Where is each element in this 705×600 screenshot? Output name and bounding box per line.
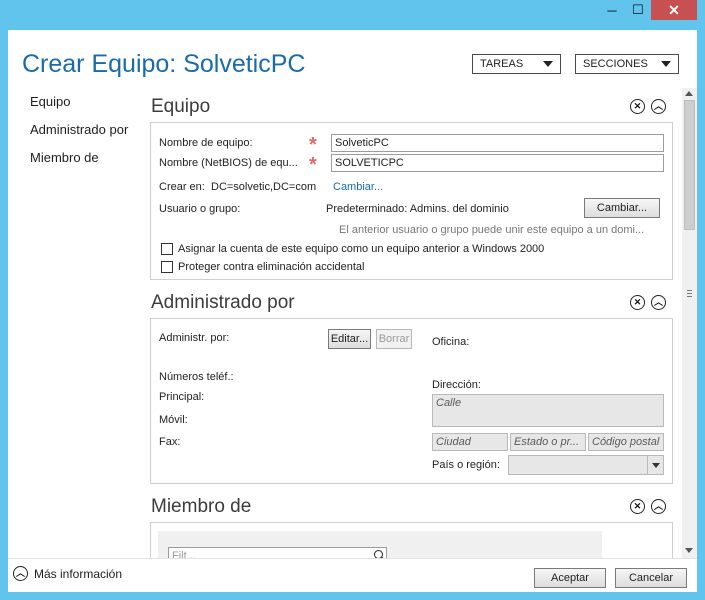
checkbox-pre-2000-label: Asignar la cuenta de este equipo como un… xyxy=(178,243,545,255)
crear-en-label: Crear en: xyxy=(159,181,205,193)
tareas-label: TAREAS xyxy=(480,58,524,70)
crear-en-value: DC=solvetic,DC=com xyxy=(211,181,317,193)
scroll-grip-icon xyxy=(687,293,692,294)
usuario-label: Usuario o grupo: xyxy=(159,203,241,215)
page-title: Crear Equipo: SolveticPC xyxy=(22,50,306,78)
checkbox-pre-2000[interactable] xyxy=(161,243,173,255)
secciones-dropdown[interactable]: SECCIONES xyxy=(575,54,679,74)
more-info-label: Más información xyxy=(34,566,123,581)
admin-label: Administr. por: xyxy=(159,332,230,344)
chevron-down-icon xyxy=(661,61,671,67)
scroll-up-icon[interactable] xyxy=(685,91,693,96)
name-label: Nombre de equipo: xyxy=(159,137,253,149)
checkbox-protect[interactable] xyxy=(161,261,173,273)
direccion-label: Dirección: xyxy=(432,379,481,391)
chevron-down-icon xyxy=(647,456,663,474)
miembro-panel: Filt... xyxy=(150,522,673,558)
equipo-panel: Nombre de equipo: * SolveticPC Nombre (N… xyxy=(150,122,673,280)
scrollbar-thumb[interactable] xyxy=(684,100,695,230)
principal-label: Principal: xyxy=(159,391,205,403)
filter-placeholder: Filt... xyxy=(172,550,196,558)
chevron-up-icon[interactable]: ︿ xyxy=(651,499,666,514)
movil-label: Móvil: xyxy=(159,414,188,426)
dialog-footer: ︿ Más información Aceptar Cancelar xyxy=(8,558,697,592)
nav-item-miembro-de[interactable]: Miembro de xyxy=(30,150,145,178)
nav-item-administrado-por[interactable]: Administrado por xyxy=(30,122,145,150)
netbios-label: Nombre (NetBIOS) de equ... xyxy=(159,157,298,169)
name-input[interactable]: SolveticPC xyxy=(331,134,664,152)
administrado-panel: Administr. por: Editar... Borrar Oficina… xyxy=(150,318,673,484)
required-icon: * xyxy=(309,154,317,176)
usuario-value: Predeterminado: Admins. del dominio xyxy=(326,203,509,215)
checkbox-protect-label: Proteger contra eliminación accidental xyxy=(178,261,365,273)
cambiar-user-button[interactable]: Cambiar... xyxy=(584,198,660,218)
close-icon[interactable]: ✕ xyxy=(630,499,645,514)
oficina-label: Oficina: xyxy=(432,336,470,348)
administrado-section-controls: ✕ ︿ xyxy=(630,295,666,310)
usuario-note: El anterior usuario o grupo puede unir e… xyxy=(339,224,645,236)
close-icon[interactable]: ✕ xyxy=(630,295,645,310)
miembro-list-area: Filt... xyxy=(158,531,602,558)
scroll-grip-icon xyxy=(687,296,692,297)
cancelar-button[interactable]: Cancelar xyxy=(615,568,687,588)
aceptar-button[interactable]: Aceptar xyxy=(534,568,606,588)
miembro-section-title: Miembro de xyxy=(151,496,252,517)
minimize-button[interactable]: ─ xyxy=(599,0,625,20)
scroll-down-icon[interactable] xyxy=(685,548,693,553)
filter-input[interactable]: Filt... xyxy=(168,547,387,558)
miembro-section-controls: ✕ ︿ xyxy=(630,499,666,514)
chevron-up-icon: ︿ xyxy=(13,566,28,581)
equipo-section-controls: ✕ ︿ xyxy=(630,99,666,114)
administrado-section-title: Administrado por xyxy=(151,292,295,313)
chevron-down-icon xyxy=(543,61,553,67)
scroll-grip-icon xyxy=(687,290,692,291)
search-icon xyxy=(374,550,383,558)
codigo-postal-input[interactable]: Código postal xyxy=(588,433,664,451)
close-icon[interactable]: ✕ xyxy=(630,99,645,114)
secciones-label: SECCIONES xyxy=(583,58,648,70)
ciudad-input[interactable]: Ciudad xyxy=(432,433,508,451)
estado-input[interactable]: Estado o pr... xyxy=(510,433,586,451)
nav-item-equipo[interactable]: Equipo xyxy=(30,94,145,122)
fax-label: Fax: xyxy=(159,436,181,448)
section-nav: Equipo Administrado por Miembro de xyxy=(30,94,145,178)
required-icon: * xyxy=(309,134,317,156)
editar-button[interactable]: Editar... xyxy=(328,329,371,349)
pais-label: País o región: xyxy=(432,459,500,471)
calle-input[interactable]: Calle xyxy=(432,394,664,427)
maximize-button[interactable]: ☐ xyxy=(625,0,651,20)
cambiar-location-link[interactable]: Cambiar... xyxy=(333,181,383,193)
tareas-dropdown[interactable]: TAREAS xyxy=(472,54,561,74)
content-area: Equipo ✕ ︿ Nombre de equipo: * SolveticP… xyxy=(149,88,680,558)
equipo-section-title: Equipo xyxy=(151,96,211,117)
dialog-header: Crear Equipo: SolveticPC TAREAS SECCIONE… xyxy=(8,30,697,88)
numeros-label: Números teléf.: xyxy=(159,371,234,383)
dialog-window: Crear Equipo: SolveticPC TAREAS SECCIONE… xyxy=(8,30,697,592)
close-button[interactable]: ✕ xyxy=(651,0,697,20)
chevron-up-icon[interactable]: ︿ xyxy=(651,99,666,114)
dialog-frame: ─ ☐ ✕ Crear Equipo: SolveticPC TAREAS SE… xyxy=(0,0,705,600)
netbios-input[interactable]: SOLVETICPC xyxy=(331,154,664,172)
chevron-up-icon[interactable]: ︿ xyxy=(651,295,666,310)
borrar-button[interactable]: Borrar xyxy=(376,329,412,349)
titlebar-controls: ─ ☐ ✕ xyxy=(599,0,697,21)
content-scrollbar[interactable] xyxy=(682,88,697,558)
more-info-toggle[interactable]: ︿ Más información xyxy=(13,566,122,581)
pais-select[interactable] xyxy=(508,455,664,475)
